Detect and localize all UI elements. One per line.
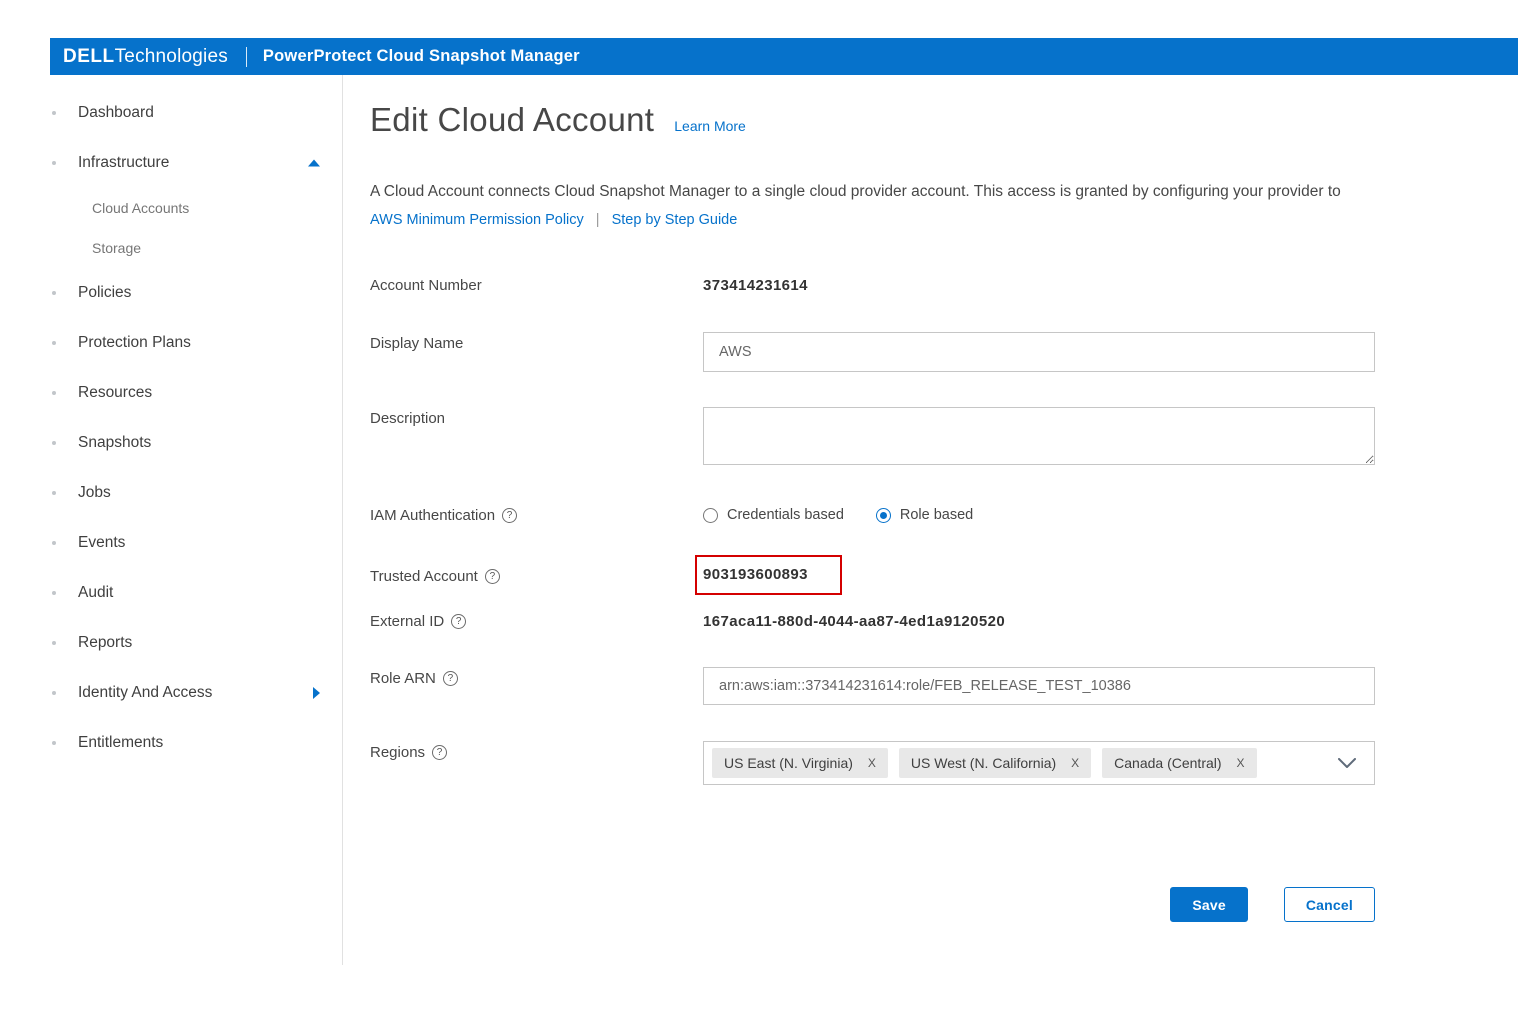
display-name-input[interactable] <box>703 332 1375 372</box>
help-icon[interactable]: ? <box>485 569 500 584</box>
sidebar-item-label: Storage <box>92 240 141 256</box>
trusted-account-highlight-box: 903193600893 <box>695 555 842 595</box>
external-id-value: 167aca11-880d-4044-aa87-4ed1a9120520 <box>703 610 1375 630</box>
events-icon <box>52 541 56 545</box>
identity-and-access-icon <box>52 691 56 695</box>
app-header: DELL Technologies PowerProtect Cloud Sna… <box>50 38 1518 75</box>
policies-icon <box>52 291 56 295</box>
sidebar-item-infrastructure[interactable]: Infrastructure <box>0 138 342 188</box>
aws-minimum-permission-policy-link[interactable]: AWS Minimum Permission Policy <box>370 212 584 228</box>
help-icon[interactable]: ? <box>502 508 517 523</box>
jobs-icon <box>52 491 56 495</box>
display-name-label: Display Name <box>370 332 703 372</box>
sidebar-item-label: Jobs <box>78 484 111 502</box>
sidebar-item-label: Protection Plans <box>78 334 191 352</box>
help-icon[interactable]: ? <box>451 614 466 629</box>
save-button[interactable]: Save <box>1170 887 1248 922</box>
protection-plans-icon <box>52 341 56 345</box>
role-arn-label: Role ARN ? <box>370 667 703 705</box>
sidebar-item-policies[interactable]: Policies <box>0 268 342 318</box>
external-id-label: External ID ? <box>370 610 703 630</box>
header-divider <box>246 47 247 67</box>
chip-remove-icon[interactable]: X <box>1237 756 1245 770</box>
cancel-button[interactable]: Cancel <box>1284 887 1375 922</box>
regions-multiselect[interactable]: US East (N. Virginia) X US West (N. Cali… <box>703 741 1375 785</box>
help-icon[interactable]: ? <box>443 671 458 686</box>
learn-more-link[interactable]: Learn More <box>674 118 746 134</box>
snapshots-icon <box>52 441 56 445</box>
sidebar-item-label: Identity And Access <box>78 684 212 702</box>
sidebar-item-jobs[interactable]: Jobs <box>0 468 342 518</box>
sidebar-item-label: Resources <box>78 384 152 402</box>
role-arn-input[interactable] <box>703 667 1375 705</box>
dell-logo-suffix: Technologies <box>115 46 228 68</box>
chevron-down-icon[interactable] <box>1338 758 1356 769</box>
sidebar-item-dashboard[interactable]: Dashboard <box>0 88 342 138</box>
role-based-radio[interactable]: Role based <box>876 507 973 523</box>
sidebar-item-snapshots[interactable]: Snapshots <box>0 418 342 468</box>
sidebar-item-cloud-accounts[interactable]: Cloud Accounts <box>0 188 342 228</box>
chip-remove-icon[interactable]: X <box>868 756 876 770</box>
audit-icon <box>52 591 56 595</box>
sidebar: Dashboard Infrastructure Cloud Accounts … <box>0 75 343 965</box>
region-chip: Canada (Central) X <box>1102 748 1256 778</box>
sidebar-item-reports[interactable]: Reports <box>0 618 342 668</box>
sidebar-item-label: Audit <box>78 584 113 602</box>
credentials-based-radio[interactable]: Credentials based <box>703 507 844 523</box>
intro-text: A Cloud Account connects Cloud Snapshot … <box>370 183 1518 201</box>
account-number-label: Account Number <box>370 274 703 294</box>
radio-unselected-icon <box>703 508 718 523</box>
link-separator: | <box>596 212 600 228</box>
sidebar-item-identity-and-access[interactable]: Identity And Access <box>0 668 342 718</box>
sidebar-item-storage[interactable]: Storage <box>0 228 342 268</box>
description-label: Description <box>370 407 703 470</box>
sidebar-item-label: Entitlements <box>78 734 163 752</box>
sidebar-item-events[interactable]: Events <box>0 518 342 568</box>
chip-remove-icon[interactable]: X <box>1071 756 1079 770</box>
iam-authentication-label: IAM Authentication ? <box>370 504 703 524</box>
sidebar-item-label: Policies <box>78 284 131 302</box>
step-by-step-guide-link[interactable]: Step by Step Guide <box>612 212 738 228</box>
page-title: Edit Cloud Account <box>370 101 654 139</box>
sidebar-item-label: Snapshots <box>78 434 151 452</box>
resources-icon <box>52 391 56 395</box>
account-number-value: 373414231614 <box>703 274 1375 294</box>
sidebar-item-audit[interactable]: Audit <box>0 568 342 618</box>
regions-label: Regions ? <box>370 741 703 785</box>
dell-logo: DELL Technologies <box>63 46 228 68</box>
dashboard-icon <box>52 111 56 115</box>
sidebar-item-resources[interactable]: Resources <box>0 368 342 418</box>
entitlements-icon <box>52 741 56 745</box>
iam-authentication-radio-group: Credentials based Role based <box>703 504 1375 523</box>
trusted-account-value: 903193600893 <box>703 566 808 583</box>
reports-icon <box>52 641 56 645</box>
sidebar-item-label: Infrastructure <box>78 154 169 172</box>
sidebar-item-label: Reports <box>78 634 132 652</box>
region-chip: US West (N. California) X <box>899 748 1091 778</box>
description-textarea[interactable] <box>703 407 1375 465</box>
expand-icon[interactable] <box>313 687 320 699</box>
sidebar-item-label: Dashboard <box>78 104 154 122</box>
help-icon[interactable]: ? <box>432 745 447 760</box>
radio-selected-icon <box>876 508 891 523</box>
region-chip: US East (N. Virginia) X <box>712 748 888 778</box>
sidebar-item-label: Cloud Accounts <box>92 200 189 216</box>
app-title: PowerProtect Cloud Snapshot Manager <box>263 47 580 66</box>
dell-logo-text: DELL <box>63 46 115 68</box>
edit-cloud-account-form: Account Number 373414231614 Display Name… <box>370 274 1375 785</box>
sidebar-item-label: Events <box>78 534 125 552</box>
collapse-icon[interactable] <box>308 160 320 167</box>
sidebar-item-protection-plans[interactable]: Protection Plans <box>0 318 342 368</box>
sidebar-item-entitlements[interactable]: Entitlements <box>0 718 342 768</box>
main-content: Edit Cloud Account Learn More A Cloud Ac… <box>343 75 1518 965</box>
infrastructure-icon <box>52 161 56 165</box>
trusted-account-label: Trusted Account ? <box>370 555 703 595</box>
